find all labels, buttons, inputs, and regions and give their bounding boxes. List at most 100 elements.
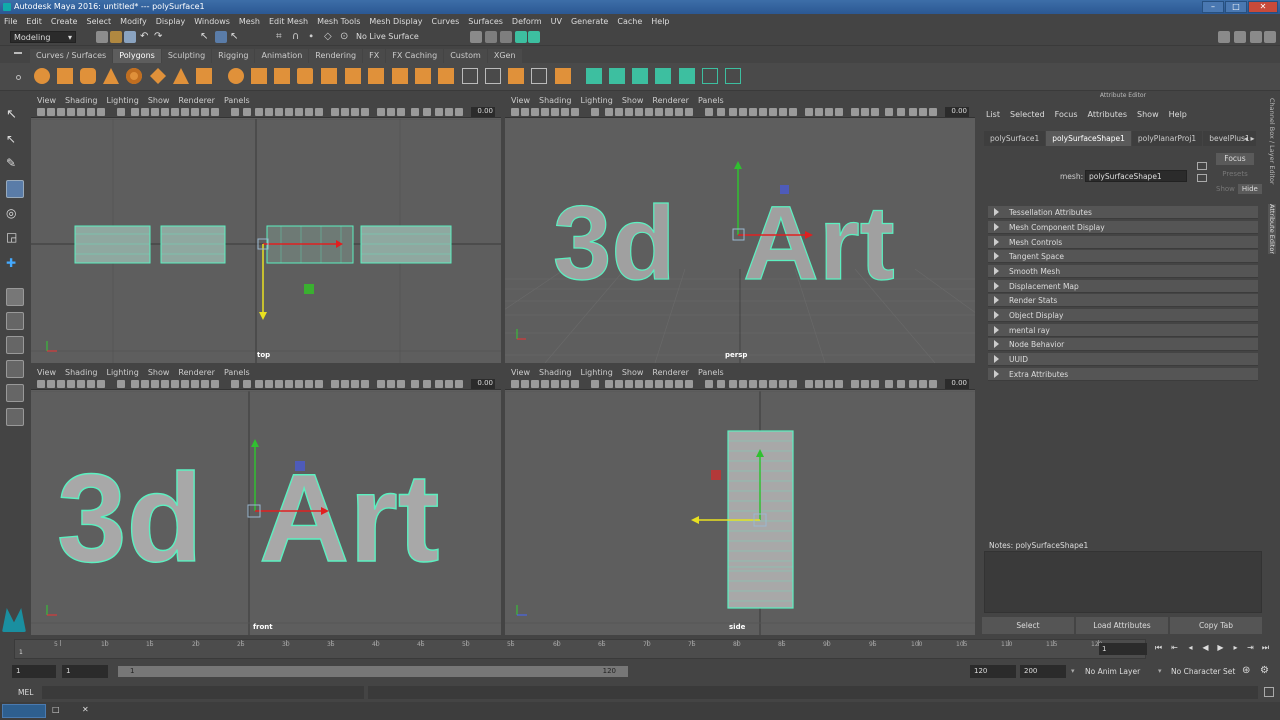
viewport-tool-icon[interactable] (397, 108, 405, 116)
render-frame-icon[interactable] (485, 31, 497, 43)
vp-menu-shading[interactable]: Shading (539, 96, 572, 105)
section-mesh-controls[interactable]: Mesh Controls (988, 236, 1258, 249)
exposure-field[interactable]: 0.00 (945, 379, 969, 389)
viewport-tool-icon[interactable] (171, 108, 179, 116)
viewport-tool-icon[interactable] (77, 108, 85, 116)
character-set-label[interactable]: No Character Set (1171, 667, 1235, 676)
save-scene-icon[interactable] (124, 31, 136, 43)
viewport-tool-icon[interactable] (97, 380, 105, 388)
vp-menu-view[interactable]: View (511, 368, 530, 377)
select-by-object-icon[interactable] (215, 31, 227, 43)
last-tool-icon[interactable]: ✚ (6, 254, 24, 272)
persp-graph-layout-icon[interactable] (6, 360, 24, 378)
viewport-tool-icon[interactable] (387, 108, 395, 116)
vp-menu-view[interactable]: View (37, 368, 56, 377)
viewport-tool-icon[interactable] (625, 380, 633, 388)
step-back-key-icon[interactable]: ⇤ (1170, 643, 1179, 652)
shelf-tab-custom[interactable]: Custom (444, 49, 487, 63)
viewport-tool-icon[interactable] (675, 108, 683, 116)
viewport-tool-icon[interactable] (265, 108, 273, 116)
viewport-tool-icon[interactable] (445, 380, 453, 388)
viewport-tool-icon[interactable] (729, 108, 737, 116)
viewport-tool-icon[interactable] (351, 108, 359, 116)
smooth-icon[interactable] (321, 68, 337, 84)
viewport-tool-icon[interactable] (645, 380, 653, 388)
viewport-tool-icon[interactable] (361, 108, 369, 116)
viewport-tool-icon[interactable] (377, 380, 385, 388)
viewport-tool-icon[interactable] (685, 108, 693, 116)
viewport-tool-icon[interactable] (861, 380, 869, 388)
shelf-tab-polygons[interactable]: Polygons (113, 49, 161, 63)
vp-menu-show[interactable]: Show (148, 96, 170, 105)
viewport-tool-icon[interactable] (739, 380, 747, 388)
viewport-tool-icon[interactable] (201, 380, 209, 388)
ae-tab-polysurfaceshape1[interactable]: polySurfaceShape1 (1046, 131, 1131, 146)
viewport-tool-icon[interactable] (717, 380, 725, 388)
viewport-tool-icon[interactable] (897, 380, 905, 388)
viewport-tool-icon[interactable] (411, 108, 419, 116)
go-to-start-icon[interactable]: ⏮ (1154, 643, 1163, 652)
viewport-tool-icon[interactable] (295, 108, 303, 116)
viewport-tool-icon[interactable] (929, 380, 937, 388)
snap-point-icon[interactable]: ∙ (308, 31, 320, 43)
taskbar-close-icon[interactable]: ✕ (82, 705, 89, 714)
viewport-tool-icon[interactable] (851, 380, 859, 388)
viewport-tool-icon[interactable] (77, 380, 85, 388)
menu-mesh-tools[interactable]: Mesh Tools (317, 17, 360, 26)
viewport-tool-icon[interactable] (351, 380, 359, 388)
viewport-toolbar[interactable]: 0.00 (505, 378, 975, 390)
shelf-tab-rigging[interactable]: Rigging (212, 49, 255, 63)
viewport-tool-icon[interactable] (255, 380, 263, 388)
select-by-hierarchy-icon[interactable]: ↖ (200, 31, 212, 43)
channel-box-tab[interactable]: Channel Box / Layer Editor (1268, 98, 1276, 185)
viewport-tool-icon[interactable] (191, 380, 199, 388)
menu-mesh-display[interactable]: Mesh Display (369, 17, 422, 26)
append-polygon-icon[interactable] (462, 68, 478, 84)
animation-start-field[interactable]: 1 (12, 665, 56, 678)
viewport-tool-icon[interactable] (231, 108, 239, 116)
vp-menu-view[interactable]: View (511, 96, 530, 105)
planar-mapping-icon[interactable] (586, 68, 602, 84)
menu-select[interactable]: Select (86, 17, 111, 26)
section-tessellation-attributes[interactable]: Tessellation Attributes (988, 206, 1258, 219)
viewport-tool-icon[interactable] (455, 108, 463, 116)
viewport-tool-icon[interactable] (341, 108, 349, 116)
viewport-toolbar[interactable]: 0.00 (31, 106, 501, 118)
extract-icon[interactable] (274, 68, 290, 84)
viewport-tool-icon[interactable] (759, 108, 767, 116)
viewport-tool-icon[interactable] (151, 380, 159, 388)
redo-icon[interactable]: ↷ (154, 31, 166, 43)
viewport-tool-icon[interactable] (255, 108, 263, 116)
side-view-canvas[interactable] (505, 391, 975, 635)
uv-editor-icon[interactable] (679, 68, 695, 84)
notes-textarea[interactable] (984, 551, 1262, 613)
menu-cache[interactable]: Cache (617, 17, 642, 26)
poly-sphere-icon[interactable] (34, 68, 50, 84)
channel-box-toggle-icon[interactable] (1250, 31, 1262, 43)
time-slider[interactable]: 1 5 10 15 20 25 30 35 40 45 50 55 60 65 … (0, 637, 1280, 662)
viewport-tool-icon[interactable] (87, 380, 95, 388)
vp-menu-show[interactable]: Show (148, 368, 170, 377)
viewport-tool-icon[interactable] (265, 380, 273, 388)
viewport-tool-icon[interactable] (909, 380, 917, 388)
playback-start-field[interactable]: 1 (62, 665, 108, 678)
merge-icon[interactable] (508, 68, 524, 84)
viewport-tool-icon[interactable] (739, 108, 747, 116)
attribute-editor-toggle-icon[interactable] (1264, 31, 1276, 43)
mirror-icon[interactable] (368, 68, 384, 84)
viewport-tool-icon[interactable] (435, 108, 443, 116)
vp-menu-lighting[interactable]: Lighting (106, 96, 138, 105)
ae-menu-attributes[interactable]: Attributes (1088, 110, 1128, 119)
viewport-tool-icon[interactable] (37, 108, 45, 116)
anim-layer-label[interactable]: No Anim Layer (1085, 667, 1140, 676)
viewport-tool-icon[interactable] (141, 108, 149, 116)
viewport-toolbar[interactable]: 0.00 (505, 106, 975, 118)
viewport-tool-icon[interactable] (275, 108, 283, 116)
vp-menu-view[interactable]: View (37, 96, 56, 105)
viewport-tool-icon[interactable] (635, 108, 643, 116)
ae-menu-selected[interactable]: Selected (1010, 110, 1045, 119)
viewport-tool-icon[interactable] (295, 380, 303, 388)
cylindrical-mapping-icon[interactable] (609, 68, 625, 84)
menu-uv[interactable]: UV (551, 17, 562, 26)
viewport-tool-icon[interactable] (47, 380, 55, 388)
